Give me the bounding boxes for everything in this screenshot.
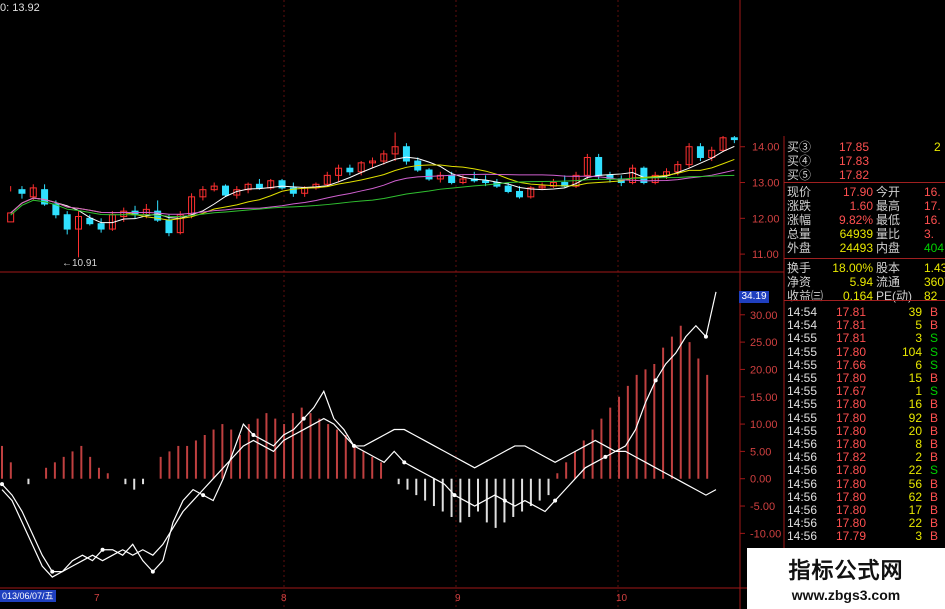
- tick-time: 14:56: [787, 529, 818, 544]
- date-label: 7: [94, 593, 100, 604]
- stat-value: 0.164: [842, 289, 873, 303]
- price-tick-label: 13.00: [752, 178, 780, 190]
- quote-panel: 买③ 17.85 2 买④ 17.83 买⑤ 17.82 现价 17.90 今开 16. 涨跌 1.60…: [784, 136, 945, 546]
- ma10-line: [10, 158, 735, 221]
- low-marker: ←10.91: [62, 258, 97, 269]
- candle-body: [696, 146, 704, 158]
- candle-body: [730, 137, 738, 141]
- candle-body: [425, 169, 433, 180]
- indicator-dot: [653, 378, 658, 383]
- stat-label: 收益㈢: [787, 289, 824, 303]
- candle-body: [97, 223, 105, 230]
- price-tick-label: 14.00: [752, 142, 780, 154]
- candle-body: [448, 174, 456, 184]
- indicator-tick-label: 15.00: [750, 392, 778, 404]
- indicator-dot: [301, 416, 306, 421]
- indicator-dot: [553, 498, 558, 503]
- indicator-tick-label: -10.00: [750, 528, 781, 540]
- panel-separator: [784, 300, 945, 301]
- candle-body: [482, 180, 490, 184]
- candle-body: [346, 167, 354, 173]
- stat-label: 外盘: [787, 241, 812, 255]
- candle-body: [255, 183, 263, 189]
- stat-value: 24493: [839, 241, 873, 255]
- indicator-dot: [100, 547, 105, 552]
- date-cursor-tag: 013/06/07/五: [0, 590, 56, 602]
- candle-body: [7, 212, 15, 223]
- indicator-tick-label: 10.00: [750, 419, 778, 431]
- stat-label: 内盘: [876, 241, 901, 255]
- tick-row: 14:56 17.79 3 B: [784, 528, 945, 544]
- indicator-line-fast: [1, 291, 717, 573]
- indicator-dot: [50, 569, 55, 574]
- indicator-dot: [251, 433, 256, 437]
- tick-price: 17.79: [836, 529, 867, 544]
- candle-body: [165, 219, 173, 234]
- watermark: 指标公式网 www.zbgs3.com: [747, 548, 945, 609]
- candle-body: [63, 214, 71, 230]
- date-label: 10: [616, 593, 628, 604]
- indicator-tick-label: 0.00: [750, 474, 771, 486]
- indicator-tick-label: 5.00: [750, 446, 771, 458]
- bid-label: 买⑤: [787, 168, 812, 182]
- candle-body: [504, 185, 512, 192]
- indicator-tick-label: 20.00: [750, 364, 778, 376]
- bid-price: 17.82: [839, 168, 870, 182]
- ma60-line: [10, 174, 735, 217]
- price-readout: 0: 13.92: [0, 2, 40, 14]
- bid-row: 买⑤ 17.82: [784, 167, 945, 183]
- indicator-dot: [603, 454, 608, 459]
- date-label: 9: [455, 593, 461, 604]
- panel-separator: [784, 258, 945, 259]
- indicator-dot: [0, 482, 4, 487]
- indicator-line-slow: [1, 417, 717, 578]
- indicator-tick-label: 30.00: [750, 310, 778, 322]
- candle-body: [595, 156, 603, 176]
- price-tick-label: 12.00: [752, 213, 780, 225]
- indicator-dot: [150, 569, 155, 574]
- candle-body: [516, 190, 523, 198]
- indicator-dot: [402, 460, 407, 465]
- indicator-value-tag: 34.19: [739, 291, 769, 303]
- indicator-dot: [201, 493, 206, 498]
- indicator-tick-label: -5.00: [750, 501, 775, 513]
- candle-body: [402, 146, 410, 162]
- date-label: 8: [281, 593, 287, 604]
- stat-row: 收益㈢ 0.164 PE(动) 82: [784, 288, 945, 304]
- stat-label: PE(动): [876, 289, 913, 303]
- indicator-tick-label: 25.00: [750, 337, 778, 349]
- candle-body: [86, 217, 94, 225]
- watermark-title: 指标公式网: [788, 558, 904, 583]
- ma20-line: [10, 169, 735, 215]
- candle-body: [222, 185, 229, 196]
- tick-volume: 3: [915, 529, 922, 544]
- indicator-dot: [703, 334, 708, 339]
- stat-value: 82: [924, 289, 938, 303]
- watermark-url: www.zbgs3.com: [791, 587, 901, 603]
- stat-row: 外盘 24493 内盘 404: [784, 240, 945, 256]
- candle-body: [18, 189, 26, 194]
- tick-side: B: [930, 529, 939, 544]
- panel-separator: [784, 182, 945, 183]
- stat-value: 404: [924, 241, 945, 255]
- indicator-dot: [502, 498, 507, 503]
- price-tick-label: 11.00: [752, 249, 779, 261]
- indicator-dot: [452, 493, 457, 498]
